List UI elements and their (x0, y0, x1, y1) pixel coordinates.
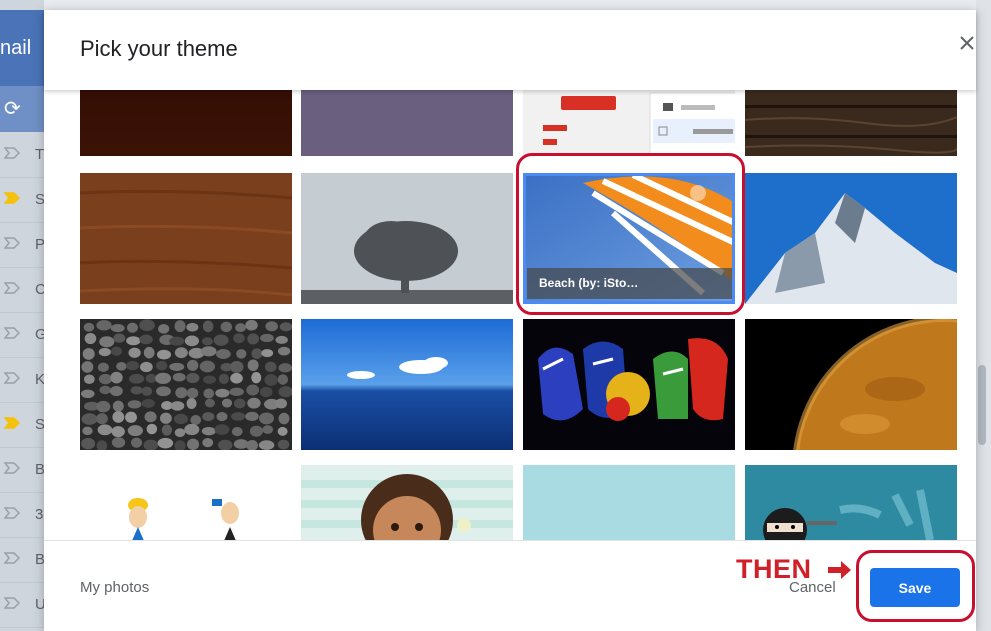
label-marker-icon[interactable] (4, 327, 20, 339)
label-marker-icon[interactable] (4, 147, 20, 159)
important-marker-icon[interactable] (4, 192, 20, 204)
label-marker-icon[interactable] (4, 507, 20, 519)
theme-tile-gmail-ui[interactable] (523, 90, 735, 156)
background-list-row[interactable]: B (0, 538, 45, 583)
background-list-row[interactable]: S (0, 178, 45, 223)
background-list-row[interactable]: G (0, 313, 47, 358)
label-marker-icon[interactable] (4, 552, 20, 564)
theme-tile-light-blue[interactable] (523, 465, 735, 540)
theme-tile-brown-wood[interactable] (80, 173, 292, 304)
label-marker-icon[interactable] (4, 372, 20, 384)
theme-tile-dark-wood-planks[interactable] (745, 90, 957, 156)
theme-tile-tree[interactable] (301, 173, 513, 304)
theme-tile-ninja[interactable] (745, 465, 957, 540)
theme-picker-dialog: Pick your theme Beach (by: iSto… My phot… (44, 10, 976, 631)
background-list-row[interactable]: C (0, 268, 46, 313)
label-marker-icon[interactable] (4, 237, 20, 249)
refresh-icon[interactable]: ⟳ (0, 86, 44, 132)
theme-tile-cartoon-characters[interactable] (80, 465, 292, 540)
theme-tile-graffiti[interactable] (523, 319, 735, 450)
background-list-row[interactable]: B (0, 448, 45, 493)
background-row-text: T (35, 146, 45, 163)
theme-tile-dark-wood-red[interactable] (80, 90, 292, 156)
theme-caption: Beach (by: iSto… (527, 268, 732, 299)
background-row-text: 3 (35, 506, 44, 523)
background-list-row[interactable]: P (0, 223, 45, 268)
background-list-row[interactable]: U (0, 583, 46, 628)
theme-tile-ocean[interactable] (301, 319, 513, 450)
save-button[interactable]: Save (870, 568, 960, 607)
background-list-row[interactable]: 3 (0, 493, 44, 538)
scrollbar-thumb[interactable] (978, 365, 986, 445)
dialog-header: Pick your theme (44, 10, 976, 90)
theme-tile-cartoon-girl[interactable] (301, 465, 513, 540)
page-scrollbar[interactable] (976, 0, 991, 631)
then-label: THEN (736, 554, 812, 584)
background-list-row[interactable]: K (0, 358, 45, 403)
label-marker-icon[interactable] (4, 462, 20, 474)
background-list-row[interactable]: T (0, 133, 44, 178)
theme-tile-planet[interactable] (745, 319, 957, 450)
dialog-footer: My photos Cancel Save (44, 540, 976, 631)
theme-tile-pebbles[interactable] (80, 319, 292, 450)
background-list-row[interactable]: S (0, 403, 45, 448)
close-icon[interactable] (954, 30, 980, 56)
important-marker-icon[interactable] (4, 417, 20, 429)
dialog-title: Pick your theme (80, 36, 238, 61)
label-marker-icon[interactable] (4, 597, 20, 609)
theme-tile-beach[interactable]: Beach (by: iSto… (523, 173, 735, 304)
theme-tile-purple[interactable] (301, 90, 513, 156)
theme-grid: Beach (by: iSto… (44, 90, 976, 540)
right-arrow-icon (828, 560, 852, 580)
label-marker-icon[interactable] (4, 282, 20, 294)
theme-tile-mountain[interactable] (745, 173, 957, 304)
my-photos-link[interactable]: My photos (80, 579, 149, 596)
background-app-label: nail (0, 10, 44, 86)
